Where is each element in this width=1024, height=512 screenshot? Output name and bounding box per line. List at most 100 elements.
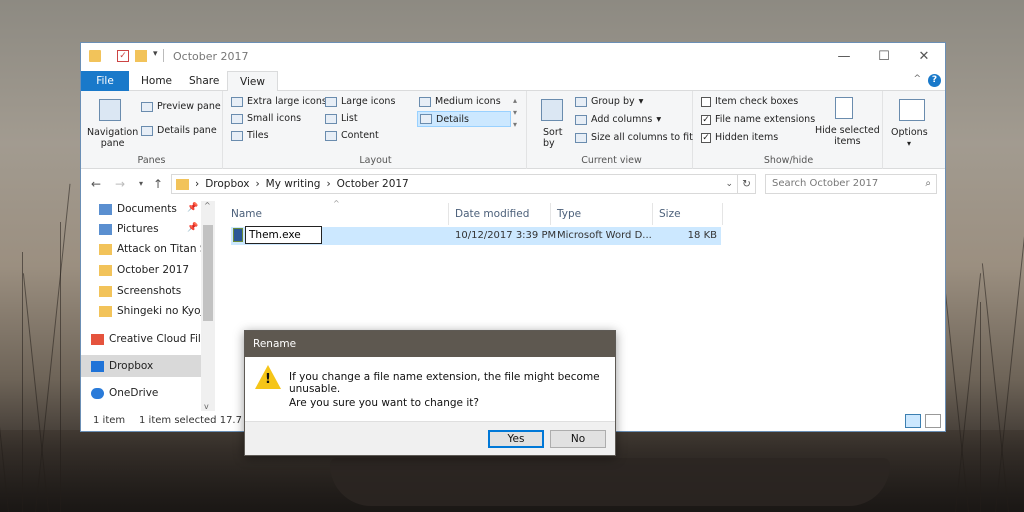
small-icons-option[interactable]: Small icons bbox=[231, 113, 301, 124]
tab-home[interactable]: Home bbox=[129, 71, 184, 91]
column-size[interactable]: Size bbox=[653, 203, 723, 225]
pin-icon: 📌 bbox=[187, 203, 199, 213]
group-by-button[interactable]: Group by ▾ bbox=[575, 96, 643, 107]
help-icon[interactable]: ? bbox=[928, 74, 941, 87]
nav-item-onedrive[interactable]: OneDrive bbox=[91, 383, 158, 403]
scroll-down-icon[interactable]: v bbox=[204, 402, 209, 411]
nav-item-label: Creative Cloud Fil bbox=[109, 333, 201, 345]
large-icons-view-icon[interactable] bbox=[925, 414, 941, 428]
folder-icon bbox=[99, 285, 112, 297]
nav-item-pictures[interactable]: Pictures bbox=[99, 219, 159, 239]
address-dropdown-icon[interactable]: ⌄ bbox=[725, 179, 733, 189]
yes-button[interactable]: Yes bbox=[488, 430, 544, 448]
onedrive-icon bbox=[91, 387, 104, 399]
collapse-ribbon-icon[interactable]: ^ bbox=[913, 74, 921, 84]
hide-selected-items-button[interactable]: Hide selected items bbox=[815, 125, 880, 147]
back-icon[interactable]: ← bbox=[91, 177, 101, 191]
large-icons-label: Large icons bbox=[341, 96, 396, 107]
dialog-message: If you change a file name extension, the… bbox=[289, 371, 600, 395]
maximize-button[interactable]: ☐ bbox=[869, 47, 899, 67]
navigation-pane-button[interactable]: Navigation pane bbox=[87, 127, 138, 149]
no-button[interactable]: No bbox=[550, 430, 606, 448]
search-input[interactable]: Search October 2017 ⌕ bbox=[765, 174, 937, 194]
sort-by-button[interactable]: Sort by bbox=[543, 127, 562, 149]
medium-icons-option[interactable]: Medium icons bbox=[419, 96, 501, 107]
layout-scroll-icon[interactable]: ▴ ▾ ▾ bbox=[513, 95, 517, 131]
file-row[interactable]: Them.exe 10/12/2017 3:39 PM Microsoft Wo… bbox=[231, 226, 721, 245]
title-bar: ✓ ▾ October 2017 — ☐ ✕ bbox=[81, 43, 945, 71]
details-option[interactable]: Details bbox=[417, 111, 511, 127]
column-type[interactable]: Type bbox=[551, 203, 653, 225]
tab-view[interactable]: View bbox=[227, 71, 278, 92]
list-option[interactable]: List bbox=[325, 113, 358, 124]
navigation-scrollbar[interactable]: ^ v bbox=[201, 201, 215, 411]
divider bbox=[163, 49, 164, 62]
up-icon[interactable]: ↑ bbox=[153, 177, 163, 191]
tab-file[interactable]: File bbox=[81, 71, 129, 91]
ribbon: Navigation pane Preview pane Details pan… bbox=[81, 91, 945, 169]
hidden-items-toggle[interactable]: ✓ Hidden items bbox=[701, 132, 778, 143]
extra-large-icons-option[interactable]: Extra large icons bbox=[231, 96, 327, 107]
customize-toolbar-icon[interactable]: ▾ bbox=[153, 49, 158, 59]
hide-selected-items-icon bbox=[835, 97, 853, 119]
folder-icon bbox=[89, 50, 101, 62]
nav-item-label: Attack on Titan S bbox=[117, 243, 207, 255]
nav-item-documents[interactable]: Documents bbox=[99, 199, 177, 219]
breadcrumb-my-writing[interactable]: My writing bbox=[266, 178, 321, 190]
close-button[interactable]: ✕ bbox=[909, 47, 939, 67]
preview-pane-button[interactable]: Preview pane bbox=[141, 101, 221, 112]
minimize-button[interactable]: — bbox=[829, 47, 859, 67]
add-columns-label: Add columns bbox=[591, 114, 653, 125]
refresh-icon[interactable]: ↻ bbox=[737, 175, 755, 193]
medium-icons-icon bbox=[419, 96, 431, 107]
options-group: Options ▾ bbox=[885, 91, 941, 169]
dropdown-icon: ▾ bbox=[638, 96, 644, 107]
nav-item-label: October 2017 bbox=[117, 264, 190, 276]
address-bar[interactable]: › Dropbox › My writing › October 2017 ⌄ … bbox=[171, 174, 756, 194]
panes-group: Navigation pane Preview pane Details pan… bbox=[81, 91, 223, 169]
breadcrumb-dropbox[interactable]: Dropbox bbox=[205, 178, 249, 190]
item-check-boxes-toggle[interactable]: Item check boxes bbox=[701, 96, 798, 107]
nav-item-screenshots[interactable]: Screenshots bbox=[99, 281, 181, 301]
nav-item-attack-on-titan[interactable]: Attack on Titan S bbox=[99, 239, 207, 259]
nav-item-creative-cloud[interactable]: Creative Cloud Fil bbox=[91, 329, 201, 349]
file-name-extensions-label: File name extensions bbox=[715, 114, 816, 125]
file-name-extensions-toggle[interactable]: ✓ File name extensions bbox=[701, 114, 815, 125]
forward-icon[interactable]: → bbox=[115, 177, 125, 191]
scrollbar-thumb[interactable] bbox=[203, 225, 213, 321]
content-option[interactable]: Content bbox=[325, 130, 379, 141]
nav-item-shingeki[interactable]: Shingeki no Kyoj bbox=[99, 301, 203, 321]
tab-share[interactable]: Share bbox=[177, 71, 231, 91]
recent-locations-icon[interactable]: ▾ bbox=[139, 179, 143, 188]
size-all-columns-button[interactable]: Size all columns to fit bbox=[575, 132, 693, 143]
column-name-label: Name bbox=[231, 208, 262, 220]
scroll-up-icon[interactable]: ^ bbox=[204, 201, 211, 210]
details-pane-button[interactable]: Details pane bbox=[141, 125, 217, 136]
file-date-modified: 10/12/2017 3:39 PM bbox=[455, 230, 557, 241]
details-label: Details bbox=[436, 113, 469, 125]
nav-item-label: Documents bbox=[117, 203, 177, 215]
dropdown-icon[interactable]: ▾ bbox=[907, 139, 911, 148]
rename-input[interactable]: Them.exe bbox=[245, 226, 322, 244]
dialog-question: Are you sure you want to change it? bbox=[289, 397, 479, 409]
chevron-right-icon: › bbox=[326, 178, 331, 190]
tiles-option[interactable]: Tiles bbox=[231, 130, 269, 141]
breadcrumb-october-2017[interactable]: October 2017 bbox=[337, 178, 409, 190]
folder-icon bbox=[99, 264, 112, 276]
add-columns-button[interactable]: Add columns ▾ bbox=[575, 114, 661, 125]
details-view-icon[interactable] bbox=[905, 414, 921, 428]
properties-icon[interactable]: ✓ bbox=[117, 50, 129, 62]
nav-item-october-2017[interactable]: October 2017 bbox=[99, 260, 189, 280]
current-view-group: Sort by Group by ▾ Add columns ▾ Size all … bbox=[531, 91, 693, 169]
item-check-boxes-label: Item check boxes bbox=[715, 96, 799, 107]
column-date-modified[interactable]: Date modified bbox=[449, 203, 551, 225]
column-name[interactable]: Name ^ bbox=[225, 199, 449, 225]
search-placeholder: Search October 2017 bbox=[772, 178, 879, 189]
new-folder-icon[interactable] bbox=[135, 50, 147, 62]
nav-item-dropbox[interactable]: Dropbox bbox=[81, 355, 201, 377]
small-icons-icon bbox=[231, 113, 243, 124]
reed bbox=[22, 252, 23, 512]
large-icons-option[interactable]: Large icons bbox=[325, 96, 395, 107]
options-button[interactable]: Options bbox=[891, 127, 928, 138]
medium-icons-label: Medium icons bbox=[435, 96, 501, 107]
